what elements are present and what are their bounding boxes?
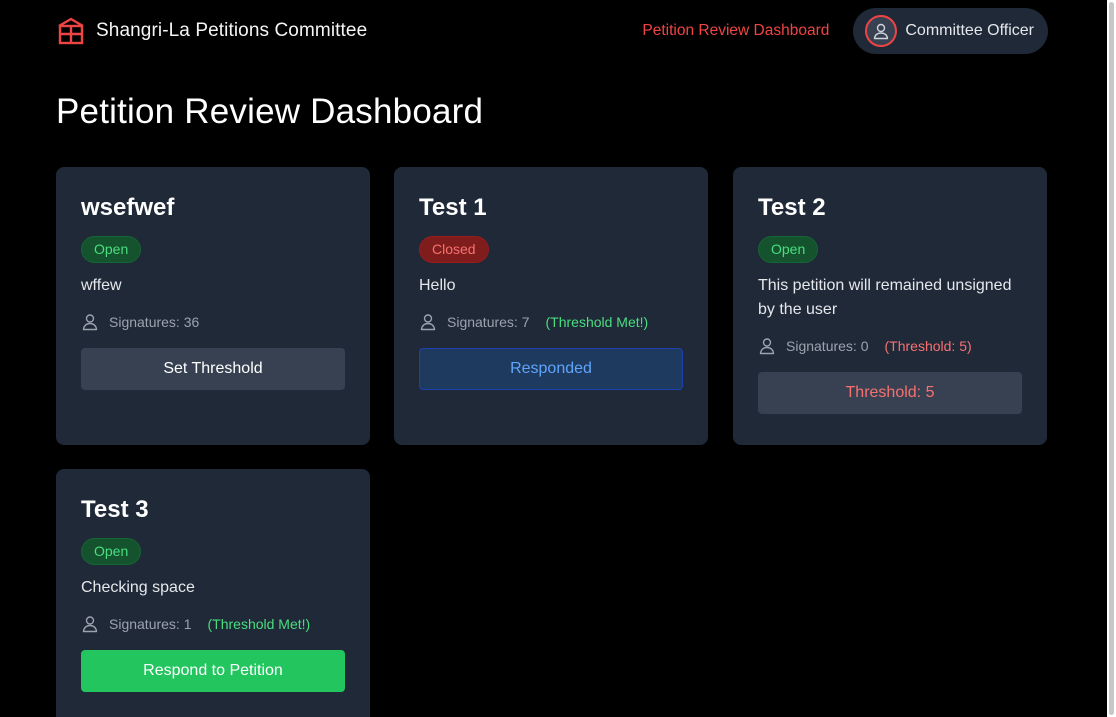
brand[interactable]: Shangri-La Petitions Committee [56,16,367,46]
threshold-button[interactable]: Threshold: 5 [758,372,1022,414]
scrollbar-thumb[interactable] [1109,2,1114,715]
petition-card: Test 2 Open This petition will remained … [733,167,1047,445]
brand-name: Shangri-La Petitions Committee [96,20,368,41]
signature-row: Signatures: 0 (Threshold: 5) [758,334,1022,358]
petition-title: Test 3 [81,496,149,523]
building-icon [56,16,86,46]
signature-count: Signatures: 36 [109,314,200,330]
threshold-note: (Threshold: 5) [884,338,972,354]
person-icon [758,336,778,356]
signature-row: Signatures: 1 (Threshold Met!) [81,612,345,636]
responded-button[interactable]: Responded [419,348,683,390]
petition-description: wffew [81,277,122,294]
status-badge: Closed [419,236,489,263]
petition-title: Test 1 [419,194,487,221]
signature-row: Signatures: 36 [81,310,345,334]
signature-count: Signatures: 0 [786,338,869,354]
petition-card: Test 3 Open Checking space Signatures: 1… [56,469,370,717]
user-menu-button[interactable]: Committee Officer [853,8,1048,54]
signature-count: Signatures: 7 [447,314,530,330]
petition-card: wsefwef Open wffew Signatures: 36 Set Th… [56,167,370,445]
page: Shangri-La Petitions Committee Petition … [0,0,1116,717]
petition-description: Hello [419,277,456,294]
status-badge: Open [81,538,142,565]
status-badge: Open [81,236,142,263]
set-threshold-button[interactable]: Set Threshold [81,348,345,390]
petition-title: Test 2 [758,194,826,221]
petition-card: Test 1 Closed Hello Signatures: 7 (Thres… [394,167,708,445]
person-icon [81,312,101,332]
person-icon [419,312,439,332]
person-icon [81,614,101,634]
signature-count: Signatures: 1 [109,616,192,632]
nav: Petition Review Dashboard Committee Offi… [642,8,1048,54]
user-name: Committee Officer [905,22,1034,39]
petition-description: Checking space [81,579,195,596]
threshold-met-note: (Threshold Met!) [207,616,311,632]
status-badge: Open [758,236,819,263]
threshold-met-note: (Threshold Met!) [545,314,649,330]
signature-row: Signatures: 7 (Threshold Met!) [419,310,683,334]
petition-title: wsefwef [81,194,175,221]
respond-to-petition-button[interactable]: Respond to Petition [81,650,345,692]
page-title: Petition Review Dashboard [56,92,484,131]
nav-link-dashboard[interactable]: Petition Review Dashboard [642,22,829,40]
top-navbar: Shangri-La Petitions Committee Petition … [56,8,1048,54]
user-icon [865,15,898,47]
vertical-scrollbar[interactable] [1107,0,1116,717]
petition-description: This petition will remained unsigned by … [758,277,1012,318]
